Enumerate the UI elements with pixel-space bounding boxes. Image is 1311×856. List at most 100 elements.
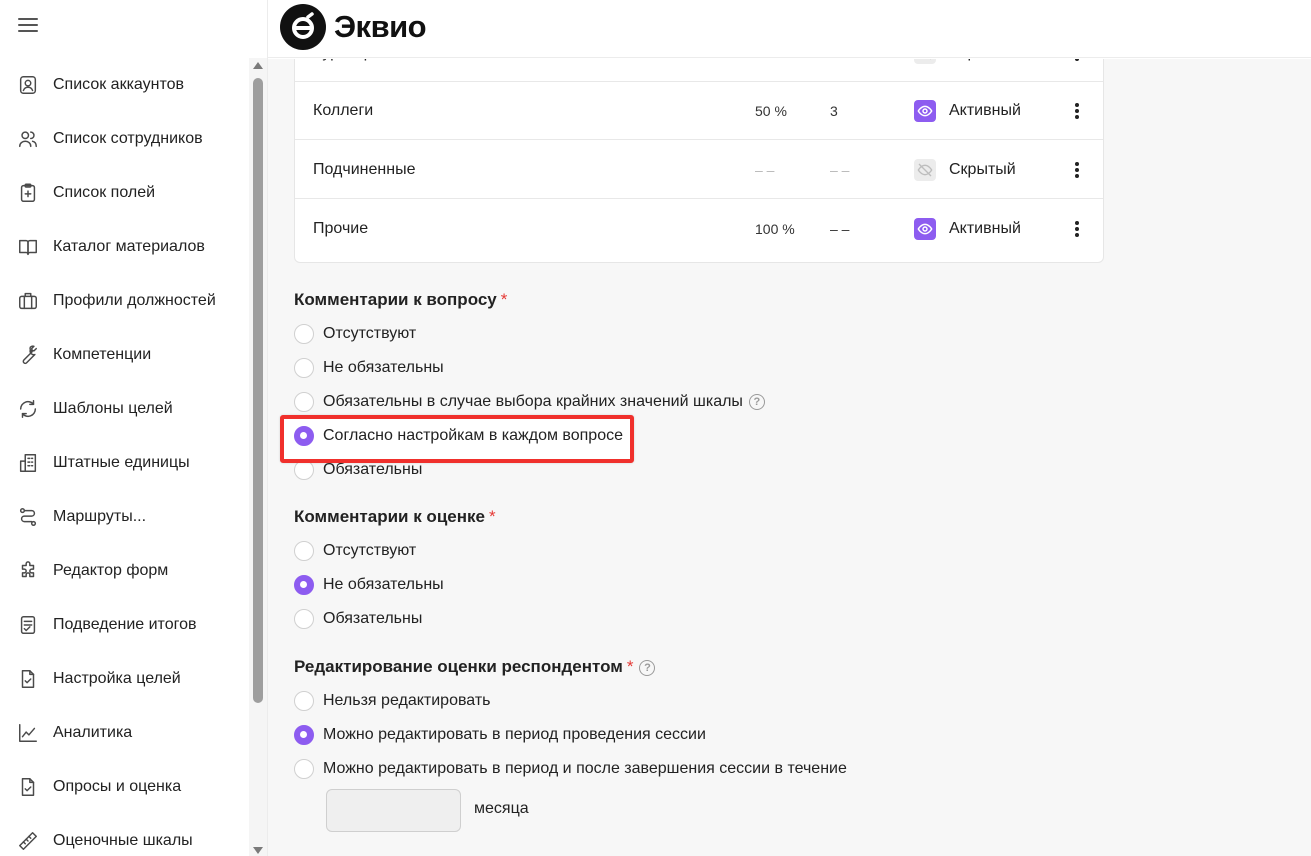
radio-label: Согласно настройкам в каждом вопросе (323, 427, 623, 444)
radio-label: Можно редактировать в период и после зав… (323, 760, 847, 777)
file-check-icon (17, 776, 39, 798)
section-title-text: Комментарии к вопросу (294, 290, 497, 309)
radio-editing-during-session[interactable]: Можно редактировать в период проведения … (294, 723, 706, 747)
row-menu-icon[interactable] (1067, 160, 1087, 180)
radio-circle[interactable] (294, 324, 314, 344)
radio-circle[interactable] (294, 358, 314, 378)
clipboard-plus-icon (17, 182, 39, 204)
radio-question-comments-per-question[interactable]: Согласно настройкам в каждом вопросе (294, 424, 623, 448)
row-menu-icon[interactable] (1067, 59, 1087, 63)
sidebar-item-goal-templates[interactable]: Шаблоны целей (0, 382, 250, 436)
radio-rating-comments-optional[interactable]: Не обязательны (294, 573, 444, 597)
sidebar-item-label: Список аккаунтов (53, 76, 185, 93)
sidebar-item-staff-units[interactable]: Штатные единицы (0, 436, 250, 490)
radio-question-comments-optional[interactable]: Не обязательны (294, 356, 444, 380)
rating-editing-title: Редактирование оценки респондентом *? (294, 657, 656, 677)
sidebar-item-label: Профили должностей (53, 292, 216, 309)
group-count: 3 (830, 103, 838, 119)
refresh-icon (17, 398, 39, 420)
help-icon[interactable]: ? (639, 659, 656, 676)
radio-question-comments-absent[interactable]: Отсутствуют (294, 322, 416, 346)
sidebar-scrollbar[interactable] (249, 58, 267, 856)
puzzle-icon (17, 560, 39, 582)
scroll-down-arrow-icon[interactable] (253, 847, 263, 854)
sidebar-item-surveys[interactable]: Опросы и оценка (0, 760, 250, 814)
eye-off-icon[interactable] (914, 159, 936, 181)
radio-circle[interactable] (294, 575, 314, 595)
sidebar-item-routes[interactable]: Маршруты... (0, 490, 250, 544)
radio-label: Не обязательны (323, 359, 444, 376)
building-icon (17, 452, 39, 474)
radio-label: Нельзя редактировать (323, 692, 491, 709)
briefcase-icon (17, 290, 39, 312)
row-menu-icon[interactable] (1067, 101, 1087, 121)
sidebar-item-fields[interactable]: Список полей (0, 166, 250, 220)
logo-text: Эквио (334, 9, 427, 44)
book-open-icon (17, 236, 39, 258)
sidebar-item-label: Список сотрудников (53, 130, 203, 147)
radio-label: Можно редактировать в период проведения … (323, 726, 706, 743)
sidebar-item-employees[interactable]: Список сотрудников (0, 112, 250, 166)
scroll-thumb[interactable] (253, 78, 263, 703)
sidebar-item-label: Каталог материалов (53, 238, 205, 255)
radio-label: Обязательны в случае выбора крайних знач… (323, 393, 743, 410)
group-count: – – (830, 162, 850, 178)
radio-circle[interactable] (294, 725, 314, 745)
radio-circle[interactable] (294, 426, 314, 446)
sidebar-item-label: Штатные единицы (53, 454, 190, 471)
sidebar-nav: Список аккаунтов Список сотрудников Спис… (0, 58, 250, 856)
scroll-up-arrow-icon[interactable] (253, 62, 263, 69)
section-title-text: Комментарии к оценке (294, 507, 485, 526)
eye-off-icon[interactable] (914, 59, 936, 64)
radio-circle[interactable] (294, 609, 314, 629)
section-title-text: Редактирование оценки респондентом (294, 657, 623, 676)
radio-circle[interactable] (294, 691, 314, 711)
sidebar-item-analytics[interactable]: Аналитика (0, 706, 250, 760)
question-comments-title: Комментарии к вопросу * (294, 290, 507, 310)
sidebar-item-goal-settings[interactable]: Настройка целей (0, 652, 250, 706)
eye-icon[interactable] (914, 100, 936, 122)
sidebar-item-accounts[interactable]: Список аккаунтов (0, 58, 250, 112)
radio-circle[interactable] (294, 392, 314, 412)
help-icon[interactable]: ? (748, 394, 765, 410)
sidebar-item-label: Шаблоны целей (53, 400, 173, 417)
sidebar-item-job-profiles[interactable]: Профили должностей (0, 274, 250, 328)
group-name: Прочие (313, 220, 369, 237)
group-name: Кураторы (313, 59, 384, 82)
group-percent: – – (755, 162, 775, 178)
sidebar-item-rating-scales[interactable]: Оценочные шкалы (0, 814, 250, 856)
radio-circle[interactable] (294, 759, 314, 779)
radio-rating-comments-required[interactable]: Обязательны (294, 607, 422, 631)
sidebar-item-summary[interactable]: Подведение итогов (0, 598, 250, 652)
sidebar-item-catalog[interactable]: Каталог материалов (0, 220, 250, 274)
radio-label: Отсутствуют (323, 542, 417, 559)
group-percent: 100 % (755, 221, 795, 237)
radio-editing-forbidden[interactable]: Нельзя редактировать (294, 689, 491, 713)
sidebar-item-label: Оценочные шкалы (53, 832, 193, 849)
months-input[interactable] (326, 789, 461, 832)
table-row: Подчиненные – – – – Скрытый (295, 141, 1103, 199)
app-logo[interactable]: Эквио (280, 4, 427, 50)
sidebar-item-label: Настройка целей (53, 670, 181, 687)
top-header: Эквио (268, 0, 1311, 58)
logo-mark-icon (280, 4, 326, 50)
table-row: Прочие 100 % – – Активный (295, 200, 1103, 258)
sidebar-item-form-editor[interactable]: Редактор форм (0, 544, 250, 598)
group-percent: 50 % (755, 103, 787, 119)
table-row: Кураторы Скрытый (295, 59, 1103, 82)
radio-rating-comments-absent[interactable]: Отсутствуют (294, 539, 416, 563)
account-box-icon (17, 74, 39, 96)
row-menu-icon[interactable] (1067, 219, 1087, 239)
group-count: – – (830, 221, 850, 237)
status-label: Скрытый (949, 59, 1016, 82)
months-label: месяца (474, 800, 529, 817)
radio-circle[interactable] (294, 541, 314, 561)
checklist-icon (17, 614, 39, 636)
status-label: Активный (949, 220, 1021, 237)
eye-icon[interactable] (914, 218, 936, 240)
radio-editing-after-session[interactable]: Можно редактировать в период и после зав… (294, 757, 847, 781)
sidebar-item-competencies[interactable]: Компетенции (0, 328, 250, 382)
radio-question-comments-extreme[interactable]: Обязательны в случае выбора крайних знач… (294, 390, 765, 414)
hamburger-menu-icon[interactable] (18, 16, 40, 34)
radio-circle[interactable] (294, 460, 314, 480)
